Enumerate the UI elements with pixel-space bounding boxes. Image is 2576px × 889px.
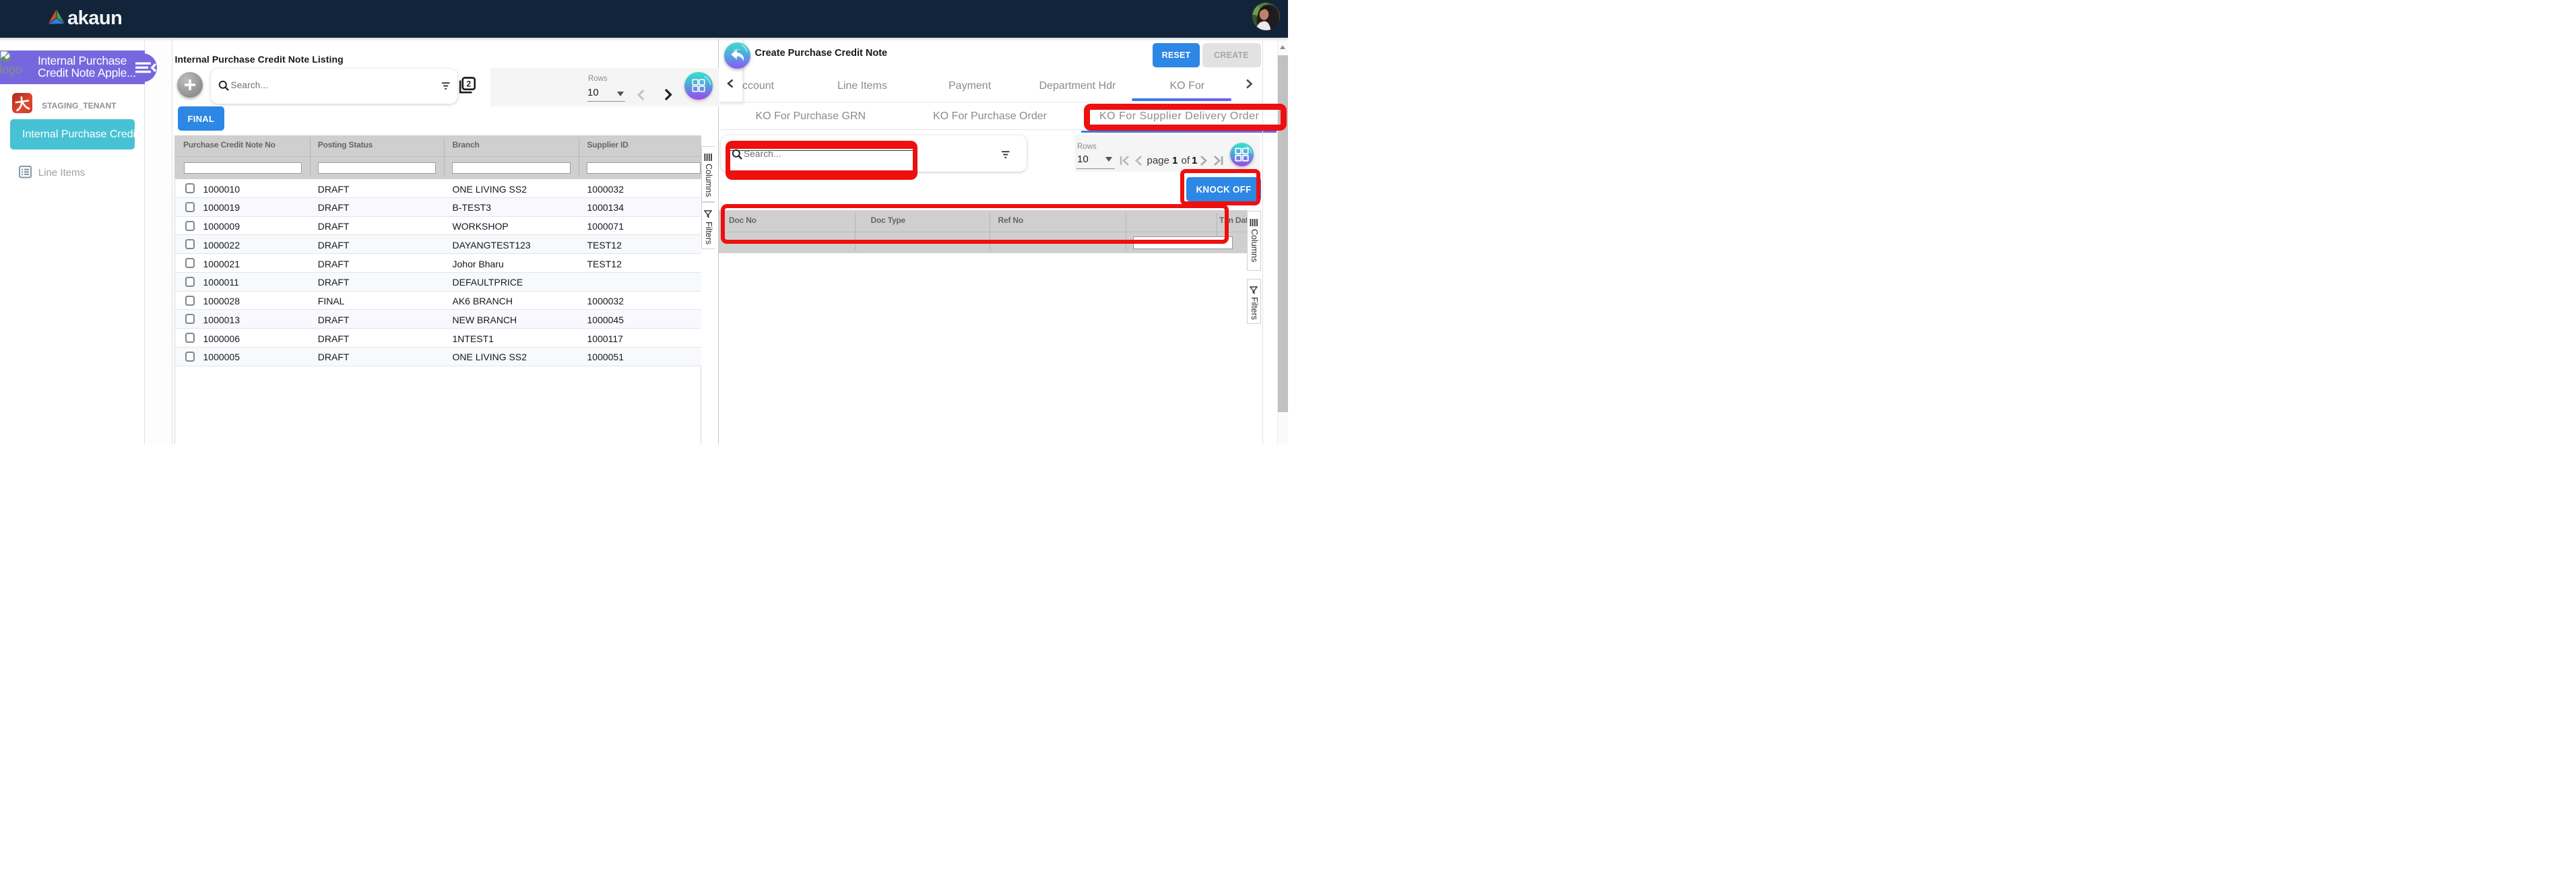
svg-text:2: 2 [466, 79, 471, 89]
